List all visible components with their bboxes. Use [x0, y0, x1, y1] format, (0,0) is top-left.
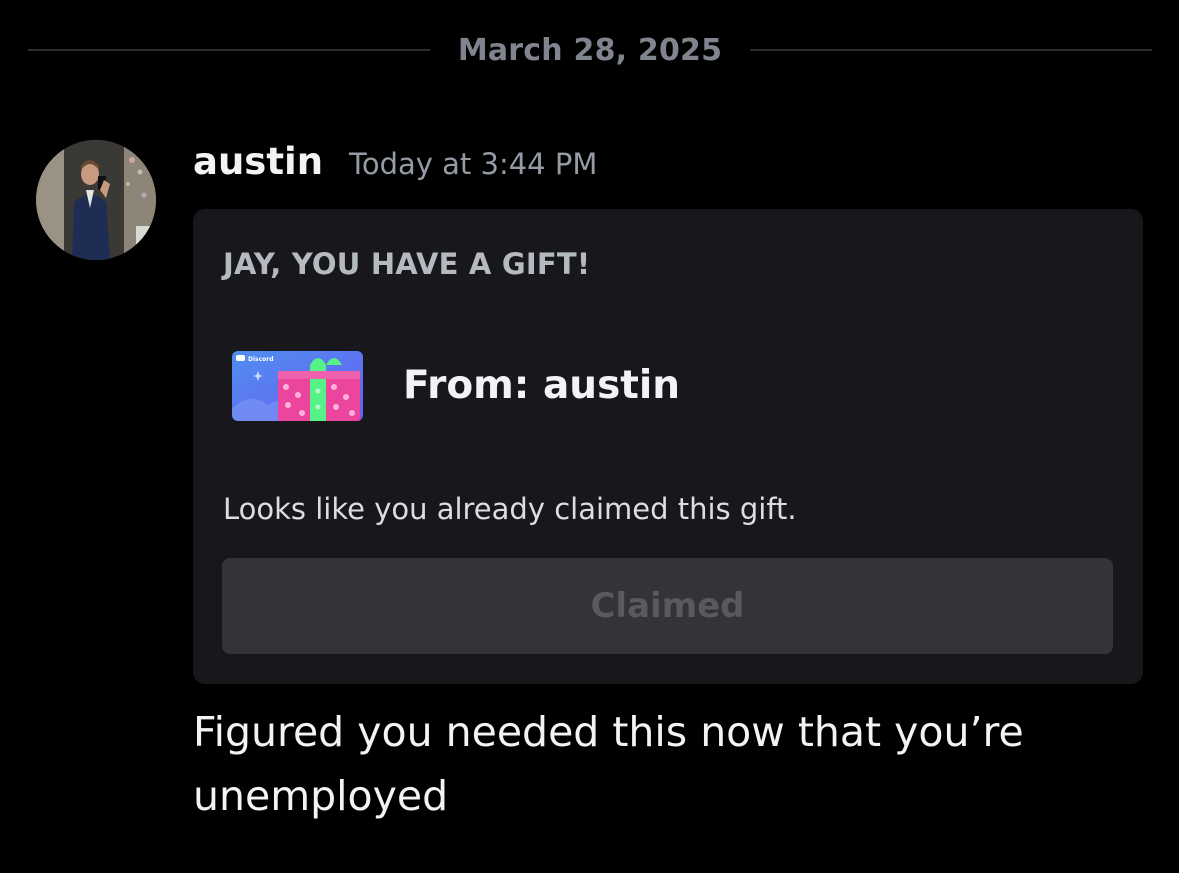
- message-content: Figured you needed this now that you’re …: [193, 708, 1024, 820]
- gift-thumbnail-brand: Discord: [248, 356, 274, 363]
- gift-embed: JAY, YOU HAVE A GIFT! Discord From: aust…: [193, 209, 1143, 684]
- divider-line-right: [750, 49, 1152, 51]
- gift-sender: From: austin: [403, 363, 681, 408]
- gift-heading: JAY, YOU HAVE A GIFT!: [223, 247, 591, 281]
- gift-box-icon: Discord: [232, 351, 363, 421]
- divider-line-left: [28, 49, 430, 51]
- gift-status-text: Looks like you already claimed this gift…: [223, 492, 797, 526]
- claimed-button[interactable]: Claimed: [222, 558, 1113, 654]
- date-divider: March 28, 2025: [28, 22, 1152, 78]
- message-header: austin Today at 3:44 PM: [193, 140, 597, 186]
- message-timestamp: Today at 3:44 PM: [349, 147, 598, 181]
- date-divider-label: March 28, 2025: [457, 32, 723, 68]
- gift-thumbnail: Discord: [232, 351, 363, 421]
- avatar[interactable]: [36, 140, 156, 260]
- author-username[interactable]: austin: [193, 140, 323, 183]
- avatar-photo-icon: [36, 140, 156, 260]
